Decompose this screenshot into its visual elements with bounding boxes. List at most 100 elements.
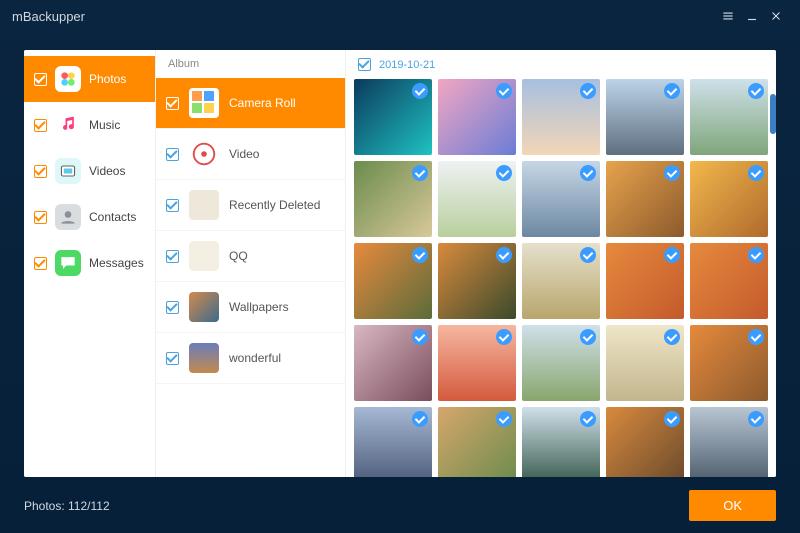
album-thumb-icon <box>189 343 219 373</box>
photo-thumbnail[interactable] <box>522 243 600 319</box>
category-messages[interactable]: Messages <box>24 240 155 286</box>
close-icon[interactable] <box>764 4 788 28</box>
checkbox-icon[interactable] <box>34 73 47 86</box>
selected-check-icon[interactable] <box>748 165 764 181</box>
scrollbar[interactable] <box>770 94 776 134</box>
album-list: Album Camera Roll Video Recently Deleted… <box>156 50 346 477</box>
category-label: Contacts <box>89 210 136 224</box>
category-label: Videos <box>89 164 125 178</box>
photo-thumbnail[interactable] <box>354 79 432 155</box>
selected-check-icon[interactable] <box>496 165 512 181</box>
category-photos[interactable]: Photos <box>24 56 155 102</box>
photo-thumbnail[interactable] <box>438 325 516 401</box>
checkbox-icon[interactable] <box>166 352 179 365</box>
messages-icon <box>55 250 81 276</box>
photo-thumbnail[interactable] <box>606 407 684 477</box>
photo-thumbnail[interactable] <box>606 161 684 237</box>
category-contacts[interactable]: Contacts <box>24 194 155 240</box>
album-thumb-icon <box>189 292 219 322</box>
album-label: wonderful <box>229 351 281 365</box>
selected-check-icon[interactable] <box>412 165 428 181</box>
photo-thumbnail[interactable] <box>354 243 432 319</box>
selected-check-icon[interactable] <box>748 411 764 427</box>
checkbox-icon[interactable] <box>34 211 47 224</box>
selected-check-icon[interactable] <box>580 165 596 181</box>
selected-check-icon[interactable] <box>664 165 680 181</box>
album-label: Camera Roll <box>229 96 296 110</box>
selected-check-icon[interactable] <box>580 329 596 345</box>
photo-thumbnail[interactable] <box>606 325 684 401</box>
selected-check-icon[interactable] <box>412 247 428 263</box>
selected-check-icon[interactable] <box>580 247 596 263</box>
photo-thumbnail[interactable] <box>522 79 600 155</box>
album-video[interactable]: Video <box>156 129 345 180</box>
date-label: 2019-10-21 <box>379 59 435 71</box>
checkbox-icon[interactable] <box>166 199 179 212</box>
photo-thumbnail[interactable] <box>690 79 768 155</box>
selected-check-icon[interactable] <box>664 247 680 263</box>
selected-check-icon[interactable] <box>748 247 764 263</box>
selected-check-icon[interactable] <box>664 329 680 345</box>
selected-check-icon[interactable] <box>664 411 680 427</box>
category-videos[interactable]: Videos <box>24 148 155 194</box>
date-group-header[interactable]: 2019-10-21 <box>346 50 776 79</box>
selected-check-icon[interactable] <box>748 329 764 345</box>
checkbox-icon[interactable] <box>34 119 47 132</box>
photo-thumbnail[interactable] <box>690 243 768 319</box>
checkbox-icon[interactable] <box>166 97 179 110</box>
contacts-icon <box>55 204 81 230</box>
checkbox-icon[interactable] <box>166 301 179 314</box>
album-label: Recently Deleted <box>229 198 320 212</box>
checkbox-icon[interactable] <box>166 148 179 161</box>
photo-thumbnail[interactable] <box>606 243 684 319</box>
selected-check-icon[interactable] <box>412 329 428 345</box>
videos-icon <box>55 158 81 184</box>
selected-check-icon[interactable] <box>496 329 512 345</box>
photo-thumbnail[interactable] <box>438 243 516 319</box>
album-label: Video <box>229 147 259 161</box>
selected-check-icon[interactable] <box>496 247 512 263</box>
selected-check-icon[interactable] <box>412 83 428 99</box>
selected-check-icon[interactable] <box>664 83 680 99</box>
main-panel: Photos Music Videos Contacts <box>24 50 776 477</box>
album-qq[interactable]: QQ <box>156 231 345 282</box>
photo-thumbnail[interactable] <box>354 407 432 477</box>
photo-thumbnail[interactable] <box>522 161 600 237</box>
album-wonderful[interactable]: wonderful <box>156 333 345 384</box>
selected-check-icon[interactable] <box>496 411 512 427</box>
checkbox-icon[interactable] <box>166 250 179 263</box>
selected-check-icon[interactable] <box>412 411 428 427</box>
album-label: Wallpapers <box>229 300 289 314</box>
photo-thumbnail[interactable] <box>438 79 516 155</box>
album-label: QQ <box>229 249 248 263</box>
checkbox-icon[interactable] <box>34 165 47 178</box>
checkbox-icon[interactable] <box>34 257 47 270</box>
album-thumb-icon <box>189 241 219 271</box>
menu-icon[interactable] <box>716 4 740 28</box>
selected-check-icon[interactable] <box>496 83 512 99</box>
category-sidebar: Photos Music Videos Contacts <box>24 50 156 477</box>
photo-thumbnail[interactable] <box>606 79 684 155</box>
minimize-icon[interactable] <box>740 4 764 28</box>
selected-check-icon[interactable] <box>580 411 596 427</box>
photo-thumbnail[interactable] <box>690 407 768 477</box>
photo-thumbnail[interactable] <box>690 325 768 401</box>
photo-thumbnail[interactable] <box>438 161 516 237</box>
checkbox-icon[interactable] <box>358 58 371 71</box>
photo-thumbnail[interactable] <box>354 161 432 237</box>
photo-thumbnail[interactable] <box>690 161 768 237</box>
selected-check-icon[interactable] <box>580 83 596 99</box>
photo-thumbnail[interactable] <box>522 325 600 401</box>
album-wallpapers[interactable]: Wallpapers <box>156 282 345 333</box>
photo-thumbnail[interactable] <box>438 407 516 477</box>
ok-button[interactable]: OK <box>689 490 776 521</box>
photo-thumbnail[interactable] <box>522 407 600 477</box>
photo-thumbnail[interactable] <box>354 325 432 401</box>
status-text: Photos: 112/112 <box>24 499 110 513</box>
category-label: Music <box>89 118 120 132</box>
album-recently-deleted[interactable]: Recently Deleted <box>156 180 345 231</box>
album-camera-roll[interactable]: Camera Roll <box>156 78 345 129</box>
category-music[interactable]: Music <box>24 102 155 148</box>
selected-check-icon[interactable] <box>748 83 764 99</box>
album-thumb-icon <box>189 88 219 118</box>
